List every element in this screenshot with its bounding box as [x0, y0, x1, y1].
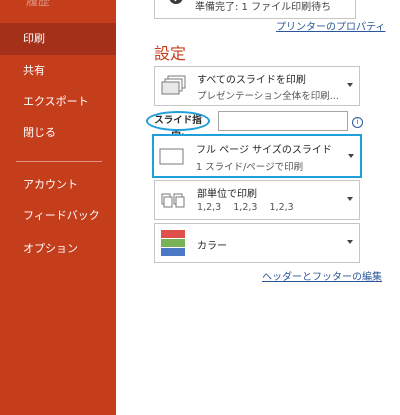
sidebar-item-print[interactable]: 印刷 [0, 23, 116, 55]
sidebar-item-feedback[interactable]: フィードバック [0, 200, 116, 232]
sidebar-item-options[interactable]: オプション [0, 233, 116, 265]
print-range-title: すべてのスライドを印刷 [197, 75, 306, 86]
print-range-description: プレゼンテーション全体を印刷... [197, 91, 339, 102]
sidebar-item-share[interactable]: 共有 [0, 55, 116, 87]
collation-description: 1,2,3 1,2,3 1,2,3 [197, 202, 294, 213]
slides-label: スライド指定: [146, 111, 210, 142]
printer-properties-link[interactable]: プリンターのプロパティ [276, 18, 385, 33]
check-icon [169, 0, 183, 4]
backstage-sidebar: 履歴 印刷 共有 エクスポート 閉じる アカウント フィードバック オプション [0, 0, 116, 415]
collation-dropdown[interactable]: 部単位で印刷 1,2,3 1,2,3 1,2,3 [154, 180, 360, 220]
chevron-down-icon [347, 197, 353, 201]
sidebar-item-close[interactable]: 閉じる [0, 117, 116, 149]
printer-status-box[interactable]: 準備完了: 1 ファイル印刷待ち [154, 0, 356, 19]
sidebar-item-account[interactable]: アカウント [0, 169, 116, 201]
sidebar-item-export[interactable]: エクスポート [0, 86, 116, 118]
collation-title: 部単位で印刷 [197, 189, 257, 200]
print-settings-panel: 準備完了: 1 ファイル印刷待ち プリンターのプロパティ 設定 すべてのスライド… [116, 0, 400, 415]
print-layout-title: フル ページ サイズのスライド [196, 145, 332, 156]
printer-status-text: 準備完了: 1 ファイル印刷待ち [195, 2, 332, 13]
chevron-down-icon [347, 240, 353, 244]
info-icon[interactable]: i [352, 117, 363, 128]
sidebar-item-history[interactable]: 履歴 [26, 0, 50, 9]
chevron-down-icon [348, 154, 354, 158]
collated-pages-icon [161, 193, 185, 208]
print-range-dropdown[interactable]: すべてのスライドを印刷 プレゼンテーション全体を印刷... [154, 66, 360, 106]
sidebar-divider [16, 161, 102, 162]
color-mode-title: カラー [197, 241, 227, 252]
print-layout-dropdown[interactable]: フル ページ サイズのスライド 1 スライド/ページで印刷 [152, 134, 362, 178]
edit-header-footer-link[interactable]: ヘッダーとフッターの編集 [262, 268, 382, 283]
full-page-slide-icon [159, 148, 184, 165]
slides-stack-icon [161, 75, 186, 95]
print-layout-description: 1 スライド/ページで印刷 [196, 162, 304, 173]
chevron-down-icon [347, 83, 353, 87]
settings-heading: 設定 [154, 44, 187, 63]
color-swatch-icon [161, 230, 185, 256]
color-dropdown[interactable]: カラー [154, 223, 360, 263]
slides-input[interactable] [218, 111, 348, 131]
